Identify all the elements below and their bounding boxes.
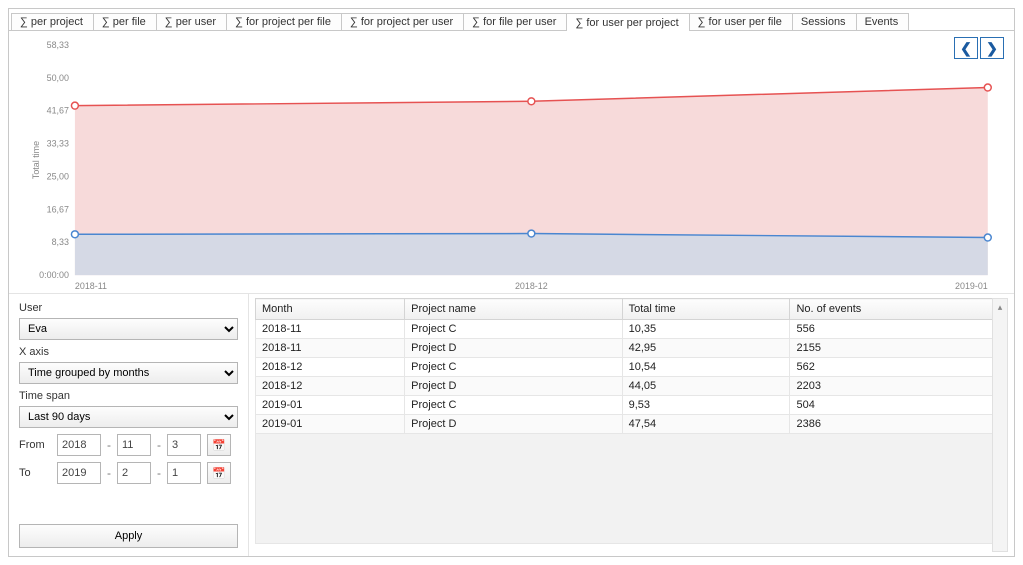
tab-1[interactable]: ∑ per file: [93, 13, 157, 30]
from-label: From: [19, 439, 51, 451]
cell: 2203: [790, 377, 1008, 396]
cell: 10,35: [622, 320, 790, 339]
cell: Project C: [405, 396, 622, 415]
svg-text:2019-01: 2019-01: [955, 281, 988, 291]
to-day-input[interactable]: [167, 462, 201, 484]
cell: 42,95: [622, 339, 790, 358]
timespan-label: Time span: [19, 390, 238, 402]
tab-2[interactable]: ∑ per user: [156, 13, 227, 30]
tab-4[interactable]: ∑ for project per user: [341, 13, 464, 30]
cell: 2019-01: [256, 396, 405, 415]
tab-8[interactable]: Sessions: [792, 13, 857, 30]
scrollbar[interactable]: ▴: [992, 298, 1008, 552]
col-header-2[interactable]: Total time: [622, 299, 790, 320]
from-calendar-button[interactable]: 📅: [207, 434, 231, 456]
col-header-0[interactable]: Month: [256, 299, 405, 320]
cell: Project D: [405, 377, 622, 396]
chart-prev-button[interactable]: ❮: [954, 37, 978, 59]
from-year-input[interactable]: [57, 434, 101, 456]
table-row[interactable]: 2018-11Project D42,952155: [256, 339, 1008, 358]
chart-area: ❮ ❯ 0:00:00 8,33 16,67 25,00 33,33 41,67 50,00…: [9, 31, 1014, 293]
cell: 44,05: [622, 377, 790, 396]
table-empty-area: [255, 434, 1008, 544]
tab-bar: ∑ per project∑ per file∑ per user∑ for p…: [9, 9, 1014, 31]
svg-text:25,00: 25,00: [47, 171, 69, 181]
chart-nav: ❮ ❯: [954, 37, 1004, 59]
cell: Project D: [405, 415, 622, 434]
scroll-up-icon: ▴: [993, 299, 1007, 315]
table-row[interactable]: 2018-11Project C10,35556: [256, 320, 1008, 339]
tab-0[interactable]: ∑ per project: [11, 13, 94, 30]
cell: 2019-01: [256, 415, 405, 434]
from-month-input[interactable]: [117, 434, 151, 456]
chart-next-button[interactable]: ❯: [980, 37, 1004, 59]
filter-panel: User Eva X axis Time grouped by months T…: [9, 294, 249, 556]
xaxis-label: X axis: [19, 346, 238, 358]
chart-svg: 0:00:00 8,33 16,67 25,00 33,33 41,67 50,00 58,3…: [19, 37, 1004, 293]
to-year-input[interactable]: [57, 462, 101, 484]
cell: Project D: [405, 339, 622, 358]
xaxis-select[interactable]: Time grouped by months: [19, 362, 238, 384]
cell: 2018-12: [256, 358, 405, 377]
svg-text:33,33: 33,33: [47, 139, 69, 149]
tab-6[interactable]: ∑ for user per project: [566, 13, 689, 31]
col-header-1[interactable]: Project name: [405, 299, 622, 320]
tab-7[interactable]: ∑ for user per file: [689, 13, 793, 30]
cell: 2155: [790, 339, 1008, 358]
svg-text:8,33: 8,33: [52, 237, 69, 247]
col-header-3[interactable]: No. of events: [790, 299, 1008, 320]
table-row[interactable]: 2018-12Project D44,052203: [256, 377, 1008, 396]
cell: 504: [790, 396, 1008, 415]
cell: 562: [790, 358, 1008, 377]
timespan-select[interactable]: Last 90 days: [19, 406, 238, 428]
calendar-icon: 📅: [212, 467, 226, 480]
svg-text:16,67: 16,67: [47, 204, 69, 214]
to-label: To: [19, 467, 51, 479]
cell: 556: [790, 320, 1008, 339]
table-row[interactable]: 2019-01Project D47,542386: [256, 415, 1008, 434]
from-day-input[interactable]: [167, 434, 201, 456]
table-row[interactable]: 2018-12Project C10,54562: [256, 358, 1008, 377]
cell: 2018-11: [256, 320, 405, 339]
apply-button[interactable]: Apply: [19, 524, 238, 548]
table-row[interactable]: 2019-01Project C9,53504: [256, 396, 1008, 415]
cell: 2386: [790, 415, 1008, 434]
tab-3[interactable]: ∑ for project per file: [226, 13, 342, 30]
svg-text:2018-11: 2018-11: [75, 281, 107, 291]
svg-text:2018-12: 2018-12: [515, 281, 548, 291]
tab-5[interactable]: ∑ for file per user: [463, 13, 567, 30]
cell: 47,54: [622, 415, 790, 434]
cell: 2018-12: [256, 377, 405, 396]
to-calendar-button[interactable]: 📅: [207, 462, 231, 484]
cell: Project C: [405, 320, 622, 339]
calendar-icon: 📅: [212, 439, 226, 452]
svg-text:0:00:00: 0:00:00: [39, 270, 69, 280]
app-frame: ∑ per project∑ per file∑ per user∑ for p…: [8, 8, 1015, 557]
svg-text:58,33: 58,33: [47, 40, 69, 50]
cell: 10,54: [622, 358, 790, 377]
cell: 9,53: [622, 396, 790, 415]
user-select[interactable]: Eva: [19, 318, 238, 340]
table-panel: MonthProject nameTotal timeNo. of events…: [249, 294, 1014, 556]
cell: Project C: [405, 358, 622, 377]
bottom-panel: User Eva X axis Time grouped by months T…: [9, 293, 1014, 556]
svg-text:41,67: 41,67: [47, 106, 69, 116]
svg-text:Total time: Total time: [31, 141, 41, 179]
user-label: User: [19, 302, 238, 314]
tab-9[interactable]: Events: [856, 13, 910, 30]
data-table: MonthProject nameTotal timeNo. of events…: [255, 298, 1008, 434]
to-month-input[interactable]: [117, 462, 151, 484]
svg-text:50,00: 50,00: [47, 73, 69, 83]
cell: 2018-11: [256, 339, 405, 358]
